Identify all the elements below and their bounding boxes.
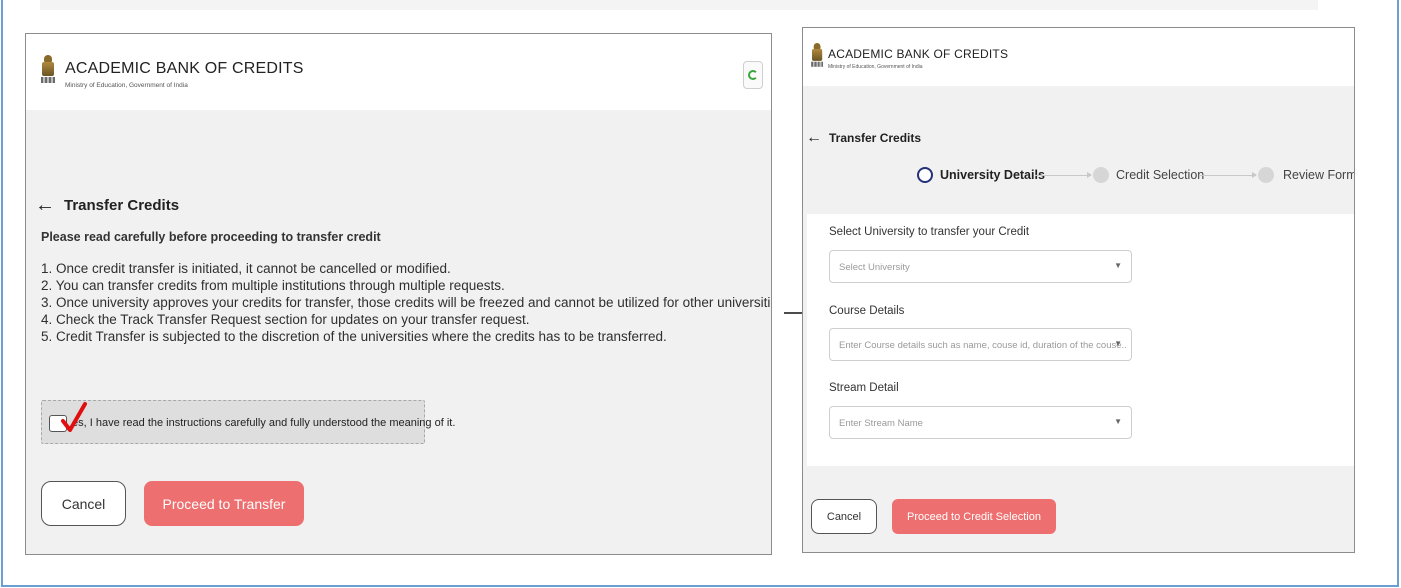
step-review-form-indicator (1258, 167, 1274, 183)
university-details-screen: ACADEMIC BANK OF CREDITS Ministry of Edu… (802, 27, 1355, 553)
page-title: Transfer Credits (64, 197, 180, 214)
proceed-to-transfer-button[interactable]: Proceed to Transfer (144, 481, 304, 526)
cancel-button[interactable]: Cancel (41, 481, 126, 526)
course-details-label: Course Details (829, 305, 905, 317)
brand-subtitle: Ministry of Education, Government of Ind… (828, 64, 923, 70)
step-connector (1035, 172, 1092, 178)
step-review-form: Review Form (1283, 168, 1355, 182)
instructions-intro: Please read carefully before proceeding … (41, 230, 381, 244)
brand-subtitle: Ministry of Education, Government of Ind… (65, 82, 188, 89)
university-select[interactable]: Select University ▼ (829, 250, 1132, 283)
instruction-item: 3. Once university approves your credits… (41, 295, 772, 310)
step-credit-selection-indicator (1093, 167, 1109, 183)
cancel-button[interactable]: Cancel (811, 499, 877, 534)
instruction-item: 4. Check the Track Transfer Request sect… (41, 312, 530, 327)
progress-stepper: University Details Credit Selection Revi… (913, 166, 1355, 186)
consent-row[interactable]: es, I have read the instructions careful… (41, 400, 455, 444)
instruction-item: 5. Credit Transfer is subjected to the d… (41, 329, 667, 344)
stream-detail-placeholder: Enter Stream Name (839, 418, 923, 429)
red-checkmark-icon (61, 402, 87, 432)
app-header: ACADEMIC BANK OF CREDITS Ministry of Edu… (26, 34, 771, 110)
brand-title: ACADEMIC BANK OF CREDITS (828, 47, 1009, 61)
app-header: ACADEMIC BANK OF CREDITS Ministry of Edu… (803, 28, 1354, 86)
refresh-button[interactable] (743, 61, 763, 89)
consent-label: es, I have read the instructions careful… (72, 417, 456, 429)
stream-detail-label: Stream Detail (829, 382, 899, 394)
instructions-screen: ACADEMIC BANK OF CREDITS Ministry of Edu… (25, 33, 772, 555)
university-field-label: Select University to transfer your Credi… (829, 226, 1030, 238)
instruction-item: 1. Once credit transfer is initiated, it… (41, 261, 451, 276)
chevron-down-icon: ▼ (1114, 339, 1122, 348)
instruction-item: 2. You can transfer credits from multipl… (41, 278, 505, 293)
national-emblem-icon (811, 43, 824, 67)
step-credit-selection: Credit Selection (1116, 168, 1205, 182)
course-details-select[interactable]: Enter Course details such as name, couse… (829, 328, 1132, 361)
course-details-placeholder: Enter Course details such as name, couse… (839, 340, 1127, 351)
back-arrow-icon[interactable]: ← (806, 130, 822, 146)
national-emblem-icon (41, 55, 55, 83)
instructions-list: 1. Once credit transfer is initiated, it… (41, 260, 771, 345)
refresh-icon (748, 70, 758, 80)
chevron-down-icon: ▼ (1114, 261, 1122, 270)
brand-title: ACADEMIC BANK OF CREDITS (65, 60, 304, 77)
step-university-details-indicator (917, 167, 933, 183)
chevron-down-icon: ▼ (1114, 417, 1122, 426)
back-arrow-icon[interactable]: ← (35, 195, 55, 215)
university-details-form: Select University to transfer your Credi… (807, 214, 1354, 466)
university-select-placeholder: Select University (839, 262, 910, 273)
stream-detail-select[interactable]: Enter Stream Name ▼ (829, 406, 1132, 439)
step-connector (1200, 172, 1257, 178)
instructions-body: ← Transfer Credits Please read carefully… (26, 110, 771, 554)
page-title: Transfer Credits (829, 131, 922, 145)
proceed-to-credit-selection-button[interactable]: Proceed to Credit Selection (892, 499, 1056, 534)
form-body: ← Transfer Credits University Details Cr… (803, 86, 1355, 552)
top-band (40, 0, 1318, 10)
step-university-details: University Details (940, 168, 1045, 182)
